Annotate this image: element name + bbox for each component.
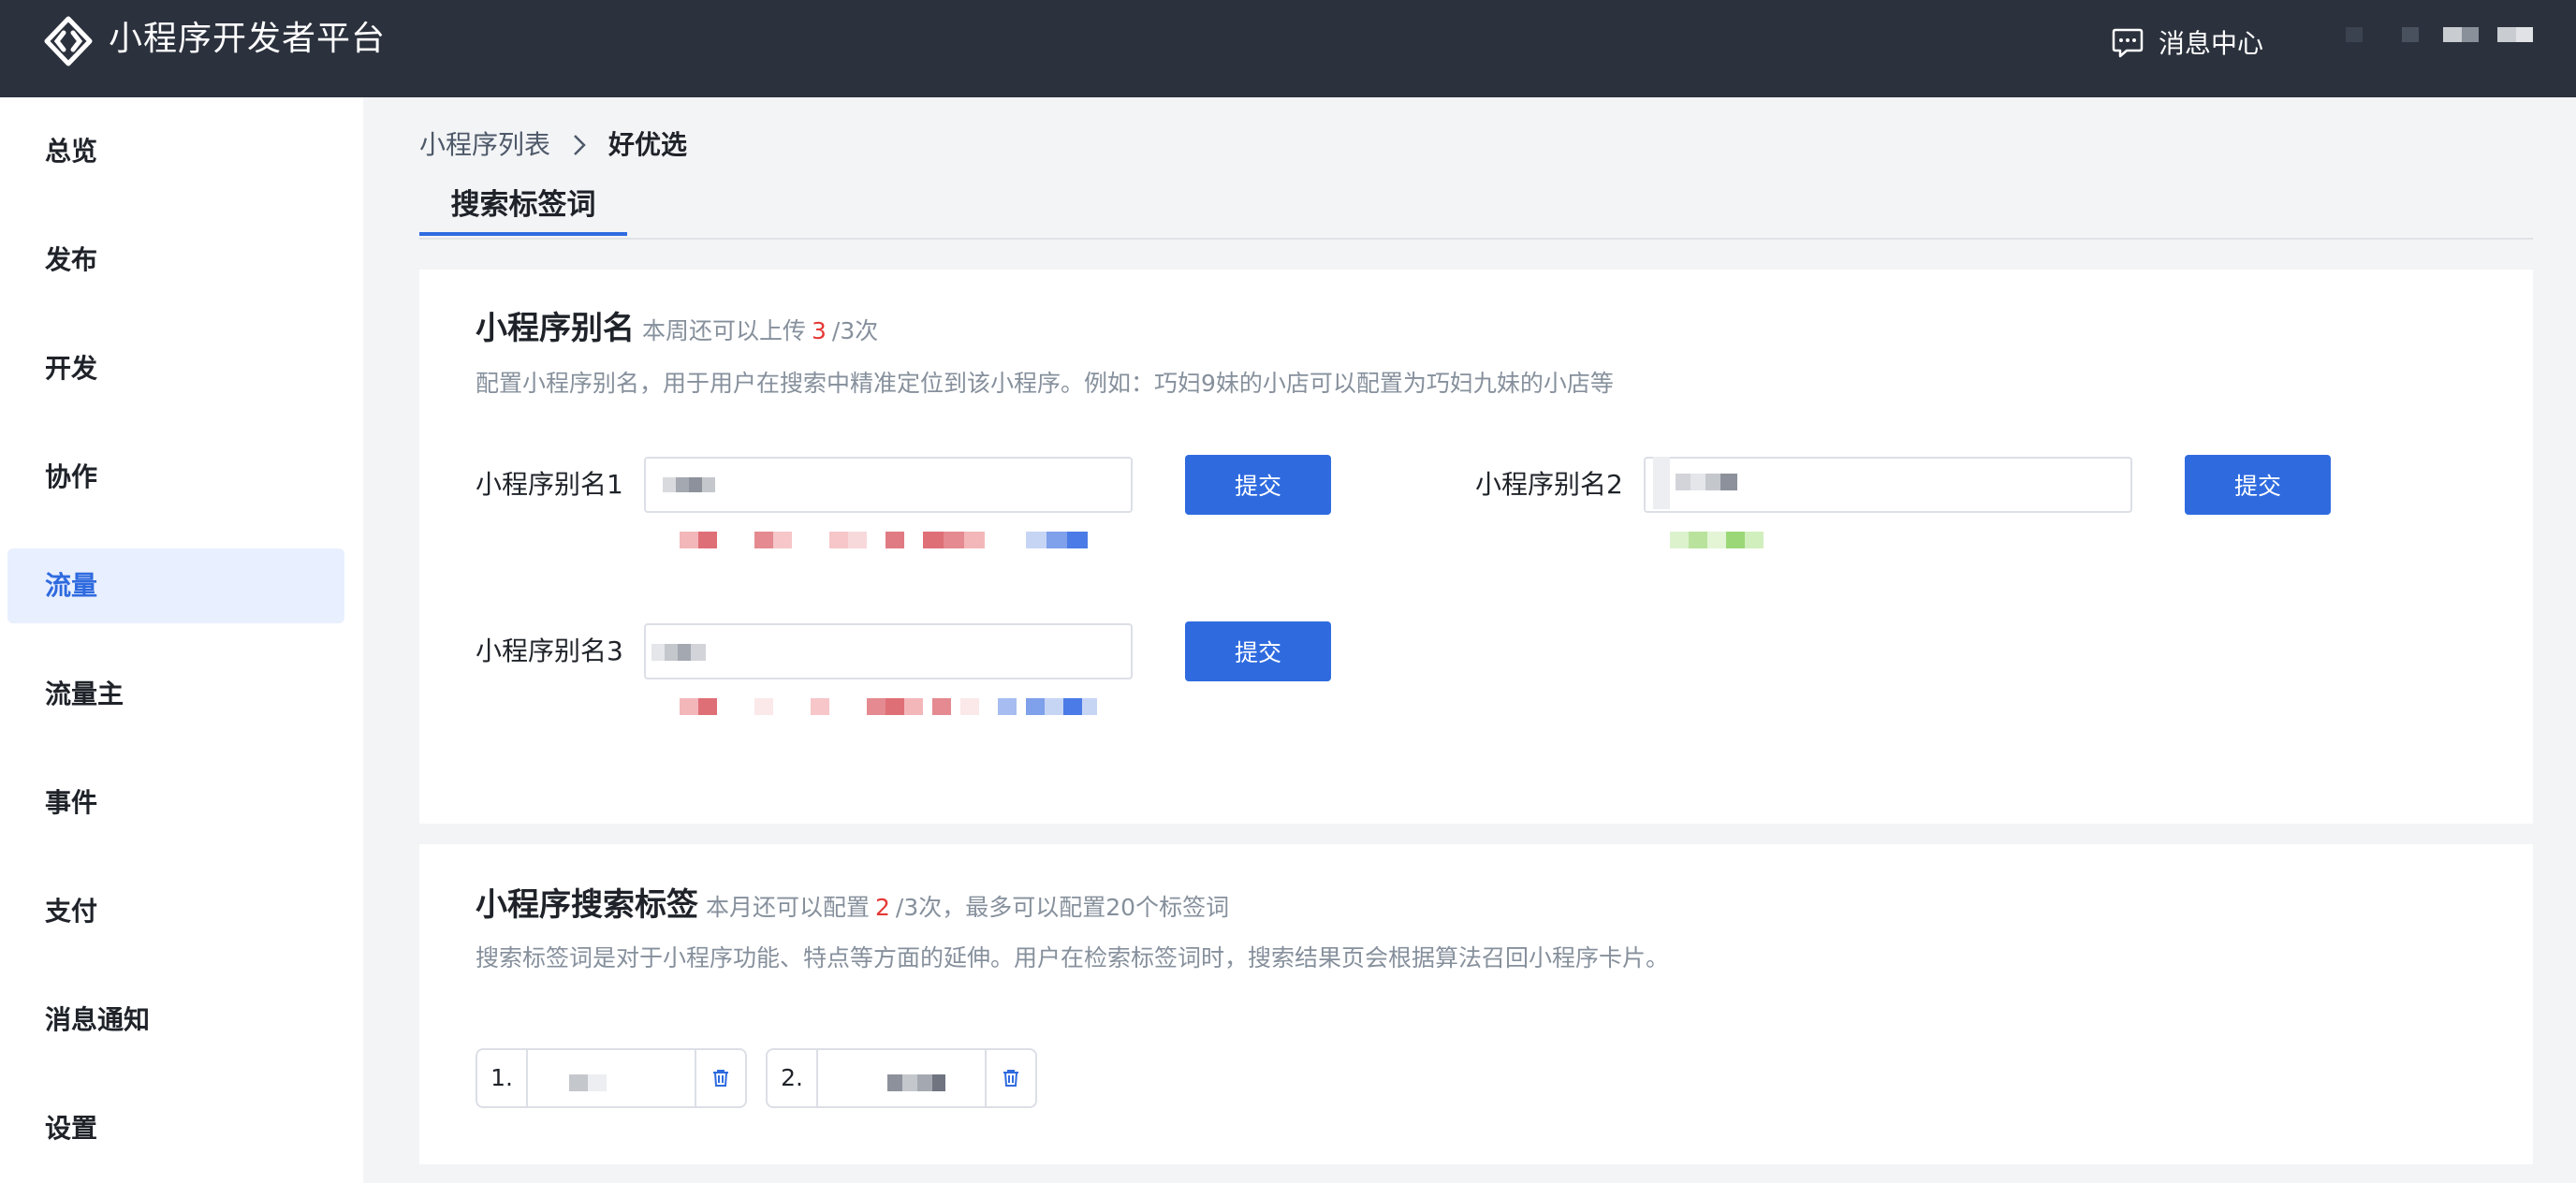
- search-tags-card: 小程序搜索标签 本月还可以配置 2/3次，最多可以配置20个标签词 搜索标签词是对于…: [419, 844, 2533, 1164]
- sidebar: 总览 发布 开发 协作 流量 流量主 事件 支付 消息通知 设置: [0, 97, 363, 1183]
- alias-card: 小程序别名 本周还可以上传 3/3次 配置小程序别名，用于用户在搜索中精准定位到该小…: [419, 270, 2533, 824]
- tag1-delete-button[interactable]: [695, 1050, 745, 1106]
- sidebar-item-notifications[interactable]: 消息通知: [7, 983, 344, 1058]
- sidebar-item-overview[interactable]: 总览: [7, 114, 344, 189]
- search-tag-item: 2.: [766, 1048, 1037, 1108]
- alias1-label: 小程序别名1: [476, 469, 623, 500]
- alias2-value-obscured: [1653, 457, 1737, 509]
- alias-title-text: 小程序别名: [476, 310, 635, 347]
- alias2-hint-obscured: [1670, 532, 1764, 548]
- sidebar-item-collaborate[interactable]: 协作: [7, 440, 344, 515]
- tags-quota-count: 2: [875, 894, 890, 921]
- breadcrumb-parent-link[interactable]: 小程序列表: [419, 125, 550, 165]
- tags-section-title: 小程序搜索标签 本月还可以配置 2/3次，最多可以配置20个标签词: [476, 884, 1229, 929]
- tag-index: 1.: [477, 1050, 528, 1106]
- message-icon: [2112, 28, 2144, 58]
- alias-quota: 本周还可以上传 3/3次: [642, 317, 878, 344]
- alias-quota-count: 3: [812, 317, 827, 344]
- sidebar-item-payment[interactable]: 支付: [7, 874, 344, 949]
- tags-description: 搜索标签词是对于小程序功能、特点等方面的延伸。用户在检索标签词时，搜索结果页会根…: [476, 944, 1670, 971]
- breadcrumb: 小程序列表 好优选: [419, 125, 687, 165]
- sidebar-item-publish[interactable]: 发布: [7, 223, 344, 298]
- sidebar-item-events[interactable]: 事件: [7, 766, 344, 840]
- message-center-link[interactable]: 消息中心: [2110, 22, 2263, 62]
- alias3-submit-button[interactable]: 提交: [1185, 621, 1331, 681]
- user-account-obscured[interactable]: [2346, 24, 2535, 45]
- tags-title-text: 小程序搜索标签: [476, 886, 698, 924]
- trash-icon: [1003, 1070, 1018, 1087]
- alias-quota-prefix: 本周还可以上传: [642, 317, 807, 344]
- tab-search-tags[interactable]: 搜索标签词: [419, 178, 627, 236]
- search-tag-item: 1.: [476, 1048, 747, 1108]
- app-title: 小程序开发者平台: [109, 20, 387, 58]
- alias-description: 配置小程序别名，用于用户在搜索中精准定位到该小程序。例如：巧妇9妹的小店可以配置…: [476, 370, 1614, 397]
- alias3-input[interactable]: [644, 623, 1133, 679]
- alias1-hint-obscured: [680, 532, 1088, 548]
- alias3-value-obscured: [651, 644, 706, 661]
- sidebar-item-traffic-owner[interactable]: 流量主: [7, 657, 344, 732]
- alias2-label: 小程序别名2: [1475, 469, 1623, 500]
- alias3-hint-obscured: [680, 698, 1097, 715]
- tab-bar: 搜索标签词: [419, 178, 2533, 240]
- alias1-submit-button[interactable]: 提交: [1185, 455, 1331, 515]
- tag-index: 2.: [768, 1050, 818, 1106]
- message-center-label: 消息中心: [2159, 28, 2264, 59]
- chevron-right-icon: [574, 135, 586, 155]
- alias-quota-suffix: /3次: [831, 317, 879, 344]
- trash-icon: [713, 1070, 728, 1087]
- alias3-label: 小程序别名3: [476, 635, 623, 666]
- top-header: 小程序开发者平台 消息中心: [0, 0, 2576, 97]
- tags-quota-suffix: /3次，最多可以配置20个标签词: [895, 894, 1230, 921]
- alias-section-title: 小程序别名 本周还可以上传 3/3次: [476, 307, 878, 353]
- sidebar-item-settings[interactable]: 设置: [7, 1091, 344, 1166]
- sidebar-item-traffic[interactable]: 流量: [7, 548, 344, 623]
- sidebar-item-develop[interactable]: 开发: [7, 331, 344, 406]
- tag1-value-obscured: [569, 1074, 607, 1091]
- breadcrumb-current: 好优选: [608, 129, 688, 160]
- mini-program-logo-icon: [44, 16, 93, 66]
- tag2-value-obscured: [887, 1074, 945, 1091]
- alias2-submit-button[interactable]: 提交: [2185, 455, 2331, 515]
- tag2-delete-button[interactable]: [985, 1050, 1035, 1106]
- tags-quota-prefix: 本月还可以配置: [706, 894, 871, 921]
- tags-quota: 本月还可以配置 2/3次，最多可以配置20个标签词: [706, 894, 1229, 921]
- alias1-value-obscured: [663, 477, 715, 492]
